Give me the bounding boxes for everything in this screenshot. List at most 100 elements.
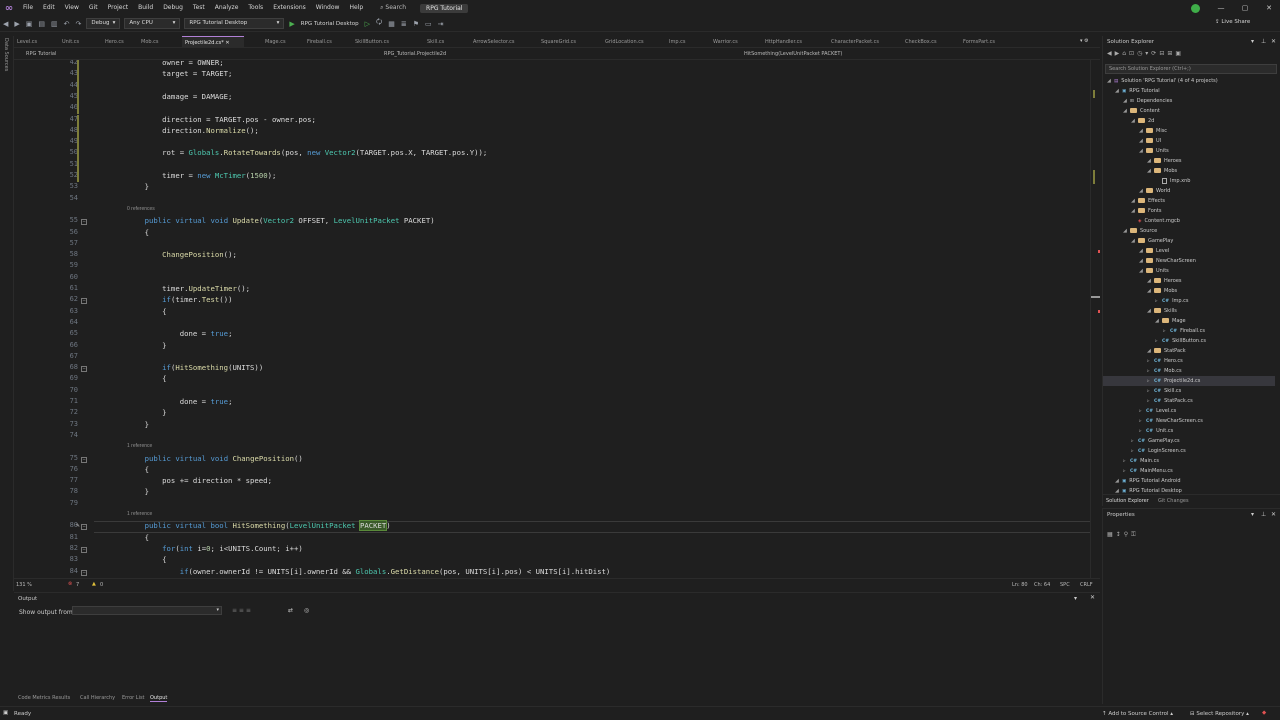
solution-item[interactable]: ▹ C# Projectile2d.cs (1103, 376, 1275, 386)
code-line[interactable]: damage = DAMAGE; (127, 92, 232, 101)
expand-chevron-icon[interactable]: ◢ (1147, 306, 1154, 316)
expand-chevron-icon[interactable]: ◢ (1147, 276, 1154, 286)
solution-item[interactable]: ◢ ▣ RPG Tutorial Android (1103, 476, 1275, 486)
solution-item[interactable]: ▹ C# Level.cs (1103, 406, 1275, 416)
solution-item[interactable]: ▹ C# StatPack.cs (1103, 396, 1275, 406)
tab-magecs[interactable]: Mage.cs (262, 36, 303, 48)
column-indicator[interactable]: Ch: 64 (1034, 582, 1050, 588)
expand-chevron-icon[interactable]: ◢ (1107, 76, 1114, 86)
output-option-icon[interactable]: ◎ (304, 607, 309, 614)
menu-build[interactable]: Build (133, 0, 158, 16)
code-line[interactable]: } (127, 341, 166, 350)
code-line[interactable]: public virtual void ChangePosition() (127, 454, 303, 463)
solution-item[interactable]: ◢ Fonts (1103, 206, 1275, 216)
solution-item[interactable]: ▹ C# MainMenu.cs (1103, 466, 1275, 476)
search-box[interactable]: ⌕ Search (374, 4, 412, 12)
data-sources-tab[interactable]: Data Sources (3, 38, 9, 71)
maximize-icon[interactable]: ▢ (1234, 0, 1256, 16)
expand-chevron-icon[interactable]: ◢ (1139, 246, 1146, 256)
code-editor[interactable]: 42 owner = OWNER; 43 target = TARGET; 44 45… (14, 60, 1090, 578)
solution-item[interactable]: ▹ C# Skill.cs (1103, 386, 1275, 396)
properties-pin-icon[interactable]: ⊥ (1261, 511, 1266, 518)
solution-search-box[interactable]: Search Solution Explorer (Ctrl+;) (1105, 64, 1277, 74)
solution-item[interactable]: ▹ C# Unit.cs (1103, 426, 1275, 436)
solution-item[interactable]: Imp.xnb (1103, 176, 1275, 186)
solution-item[interactable]: ◢ Level (1103, 246, 1275, 256)
tab-warriorcs[interactable]: Warrior.cs (710, 36, 761, 48)
properties-menu-icon[interactable]: ▾ (1251, 511, 1254, 518)
tab-unitcs[interactable]: Unit.cs (59, 36, 101, 48)
code-line[interactable]: ChangePosition(); (127, 250, 237, 259)
expand-chevron-icon[interactable]: ▹ (1163, 326, 1170, 336)
tab-overflow-icon[interactable]: ▾ ⚙ (1080, 38, 1089, 44)
hot-reload-icon[interactable]: 🗘 (373, 18, 385, 29)
solution-item[interactable]: ◢ Units (1103, 146, 1275, 156)
expand-chevron-icon[interactable]: ◢ (1131, 196, 1138, 206)
expand-chevron-icon[interactable]: ▹ (1139, 426, 1146, 436)
live-share-button[interactable]: ⇪ Live Share (1212, 19, 1253, 25)
solution-item[interactable]: ◢ UI (1103, 136, 1275, 146)
code-line[interactable]: direction = TARGET.pos - owner.pos; (127, 115, 316, 124)
code-line[interactable]: public virtual bool HitSomething(LevelUn… (127, 520, 391, 532)
solution-item[interactable]: ◢ ▤ Solution 'RPG Tutorial' (4 of 4 projec… (1103, 76, 1275, 86)
line-indicator[interactable]: Ln: 80 (1012, 582, 1028, 588)
tab-herocs[interactable]: Hero.cs (102, 36, 137, 48)
solution-item[interactable]: ◢ World (1103, 186, 1275, 196)
tab-characterpacketcs[interactable]: CharacterPacket.cs (828, 36, 901, 48)
codelens-references[interactable]: 0 references (127, 206, 155, 212)
word-wrap-icon[interactable]: ⇄ (288, 607, 293, 614)
expand-chevron-icon[interactable]: ◢ (1139, 146, 1146, 156)
tab-skillbuttoncs[interactable]: SkillButton.cs (352, 36, 422, 48)
solution-item[interactable]: ◢ 2d (1103, 116, 1275, 126)
code-line[interactable]: } (127, 408, 166, 417)
solution-item[interactable]: ▹ C# Mob.cs (1103, 366, 1275, 376)
codelens-references[interactable]: 1 reference (127, 443, 152, 449)
menu-edit[interactable]: Edit (38, 0, 60, 16)
pin-icon[interactable]: ▾ (1074, 595, 1077, 602)
code-line[interactable]: owner = OWNER; (127, 60, 224, 67)
solution-item[interactable]: ◢ Effects (1103, 196, 1275, 206)
expand-chevron-icon[interactable]: ▹ (1147, 376, 1154, 386)
config-select[interactable]: Debug ▾ (86, 18, 121, 29)
fold-toggle-icon[interactable]: − (81, 569, 87, 576)
expand-chevron-icon[interactable]: ▹ (1155, 336, 1162, 346)
expand-chevron-icon[interactable]: ◢ (1139, 256, 1146, 266)
panel-menu-icon[interactable]: ▾ (1251, 38, 1254, 45)
startup-project-select[interactable]: RPG Tutorial Desktop ▾ (184, 18, 285, 29)
platform-select[interactable]: Any CPU ▾ (124, 18, 181, 29)
new-file-icon[interactable]: ▣ (23, 20, 36, 28)
code-line[interactable]: if(HitSomething(UNITS)) (127, 363, 263, 372)
solution-item[interactable]: ◢ Misc (1103, 126, 1275, 136)
expand-chevron-icon[interactable]: ◢ (1115, 476, 1122, 486)
expand-chevron-icon[interactable]: ▹ (1147, 366, 1154, 376)
code-line[interactable]: if(owner.ownerId != UNITS[i].ownerId && … (127, 567, 611, 576)
code-line[interactable]: target = TARGET; (127, 69, 232, 78)
menu-analyze[interactable]: Analyze (210, 0, 244, 16)
fold-toggle-icon[interactable]: − (81, 524, 87, 531)
solution-item[interactable]: ◢ Mobs (1103, 166, 1275, 176)
solution-item[interactable]: ◈ Content.mgcb (1103, 216, 1275, 226)
code-line[interactable]: timer.UpdateTimer(); (127, 284, 250, 293)
solution-item[interactable]: ▹ C# Fireball.cs (1103, 326, 1275, 336)
tab-git-changes[interactable]: Git Changes (1158, 498, 1189, 504)
expand-chevron-icon[interactable]: ◢ (1139, 136, 1146, 146)
clear-output-icon[interactable]: ≡ ≡ ≡ (232, 607, 251, 614)
tab-arrowselectorcs[interactable]: ArrowSelector.cs (470, 36, 537, 48)
menu-debug[interactable]: Debug (158, 0, 188, 16)
editor-vertical-scrollbar[interactable] (1090, 60, 1100, 578)
menu-git[interactable]: Git (84, 0, 103, 16)
code-line[interactable]: done = true; (127, 397, 233, 406)
nav-member-dropdown[interactable]: HitSomething(LevelUnitPacket PACKET) (744, 51, 842, 57)
nav-class-dropdown[interactable]: RPG_Tutorial.Projectile2d (384, 51, 446, 57)
expand-chevron-icon[interactable]: ◢ (1123, 106, 1130, 116)
bottom-tab-output[interactable]: Output (150, 695, 168, 702)
code-line[interactable]: direction.Normalize(); (127, 126, 259, 135)
bottom-tab-code-metrics-results[interactable]: Code Metrics Results (18, 695, 70, 701)
code-line[interactable]: { (127, 307, 166, 316)
tab-squaregridcs[interactable]: SquareGrid.cs (538, 36, 601, 48)
expand-chevron-icon[interactable]: ▹ (1131, 446, 1138, 456)
expand-chevron-icon[interactable]: ▹ (1139, 416, 1146, 426)
solution-item[interactable]: ▹ C# GamePlay.cs (1103, 436, 1275, 446)
line-ending-indicator[interactable]: CRLF (1080, 582, 1093, 588)
expand-chevron-icon[interactable]: ▹ (1123, 466, 1130, 476)
